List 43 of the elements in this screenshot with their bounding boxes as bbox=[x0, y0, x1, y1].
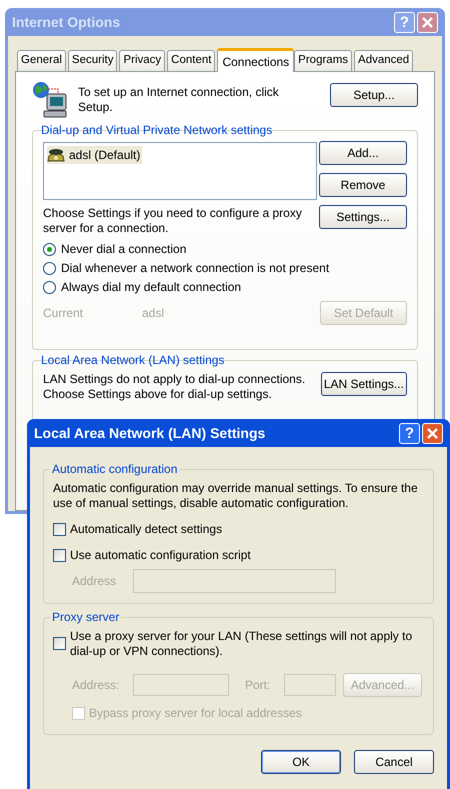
current-connection: adsl bbox=[142, 305, 164, 322]
tab[interactable]: Security bbox=[68, 50, 118, 71]
group-label: Local Area Network (LAN) settings bbox=[40, 353, 226, 367]
radio-option[interactable]: Never dial a connection bbox=[43, 241, 186, 257]
checkbox[interactable] bbox=[53, 548, 66, 562]
cancel-button[interactable]: Cancel bbox=[354, 750, 434, 774]
window-title: Local Area Network (LAN) Settings bbox=[34, 424, 266, 443]
tab[interactable]: Connections bbox=[217, 48, 294, 72]
setup-button[interactable]: Setup... bbox=[330, 83, 418, 107]
ok-button[interactable]: OK bbox=[261, 750, 341, 774]
close-icon bbox=[422, 16, 433, 28]
group-label: Dial-up and Virtual Private Network settings bbox=[40, 123, 274, 137]
lan-settings-button[interactable]: LAN Settings... bbox=[320, 372, 407, 396]
tab[interactable]: Content bbox=[167, 50, 216, 71]
close-button[interactable] bbox=[422, 422, 443, 444]
checkbox-option[interactable]: Use automatic configuration script bbox=[53, 546, 251, 564]
tab[interactable]: Programs bbox=[294, 50, 352, 71]
window-title: Internet Options bbox=[12, 12, 122, 32]
auto-config-note: Automatic configuration may override manual settings. To ensure the use of manual settings, disable automatic configuration. bbox=[53, 481, 419, 511]
telephone-icon bbox=[47, 147, 65, 163]
group-label: Proxy server bbox=[50, 610, 122, 624]
current-label: Current bbox=[43, 305, 84, 322]
checkbox[interactable] bbox=[53, 522, 66, 536]
settings-button[interactable]: Settings... bbox=[319, 205, 407, 229]
list-item[interactable]: adsl (Default) bbox=[47, 146, 142, 164]
group-label: Automatic configuration bbox=[50, 462, 180, 476]
setup-instructions: To set up an Internet connection, click Setup. bbox=[78, 85, 280, 115]
lan-note: LAN Settings do not apply to dial-up connections. Choose Settings above for dial-up settings. bbox=[43, 372, 306, 402]
help-button[interactable]: ? bbox=[399, 422, 420, 444]
radio-option[interactable]: Always dial my default connection bbox=[43, 279, 242, 295]
address-label: Address bbox=[72, 573, 118, 590]
tab[interactable]: Advanced bbox=[354, 50, 414, 71]
remove-button[interactable]: Remove bbox=[319, 173, 407, 197]
tab[interactable]: General bbox=[17, 50, 66, 71]
port-label: Port: bbox=[245, 677, 272, 694]
radio-option[interactable]: Dial whenever a network connection is not present bbox=[43, 260, 330, 276]
proxy-note: Choose Settings if you need to configure a proxy server for a connection. bbox=[43, 206, 303, 236]
add-button[interactable]: Add... bbox=[319, 141, 407, 165]
checkbox-option[interactable]: Automatically detect settings bbox=[53, 520, 222, 538]
tab[interactable]: Privacy bbox=[119, 50, 166, 71]
close-icon bbox=[427, 428, 438, 438]
globe-computer-icon bbox=[32, 81, 68, 118]
address-label: Address: bbox=[72, 677, 120, 694]
